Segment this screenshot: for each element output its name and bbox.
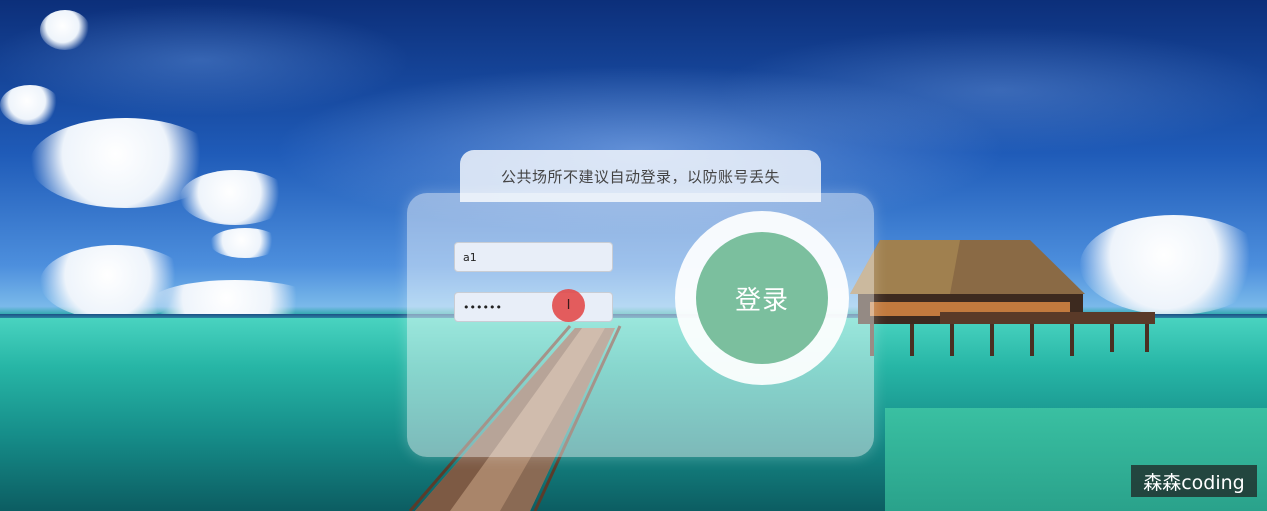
cloud-top-corner xyxy=(40,10,90,50)
tip-text: 公共场所不建议自动登录，以防账号丢失 xyxy=(500,167,780,186)
cursor-highlight: I xyxy=(552,289,585,322)
cloud-mid xyxy=(210,228,280,258)
cloud-top-left xyxy=(0,85,60,125)
water-villa xyxy=(850,240,1155,356)
password-input[interactable] xyxy=(454,292,613,322)
text-cursor-icon: I xyxy=(566,298,571,313)
watermark: 森森coding xyxy=(1131,465,1257,497)
watermark-text: 森森coding xyxy=(1143,471,1245,494)
login-page: 公共场所不建议自动登录，以防账号丢失 登录 I 森森coding xyxy=(0,0,1267,511)
login-button[interactable]: 登录 xyxy=(696,232,828,364)
cloud-left-small xyxy=(180,170,290,225)
login-button-ring: 登录 xyxy=(675,211,849,385)
login-button-label: 登录 xyxy=(734,285,789,316)
username-input[interactable] xyxy=(454,242,613,272)
